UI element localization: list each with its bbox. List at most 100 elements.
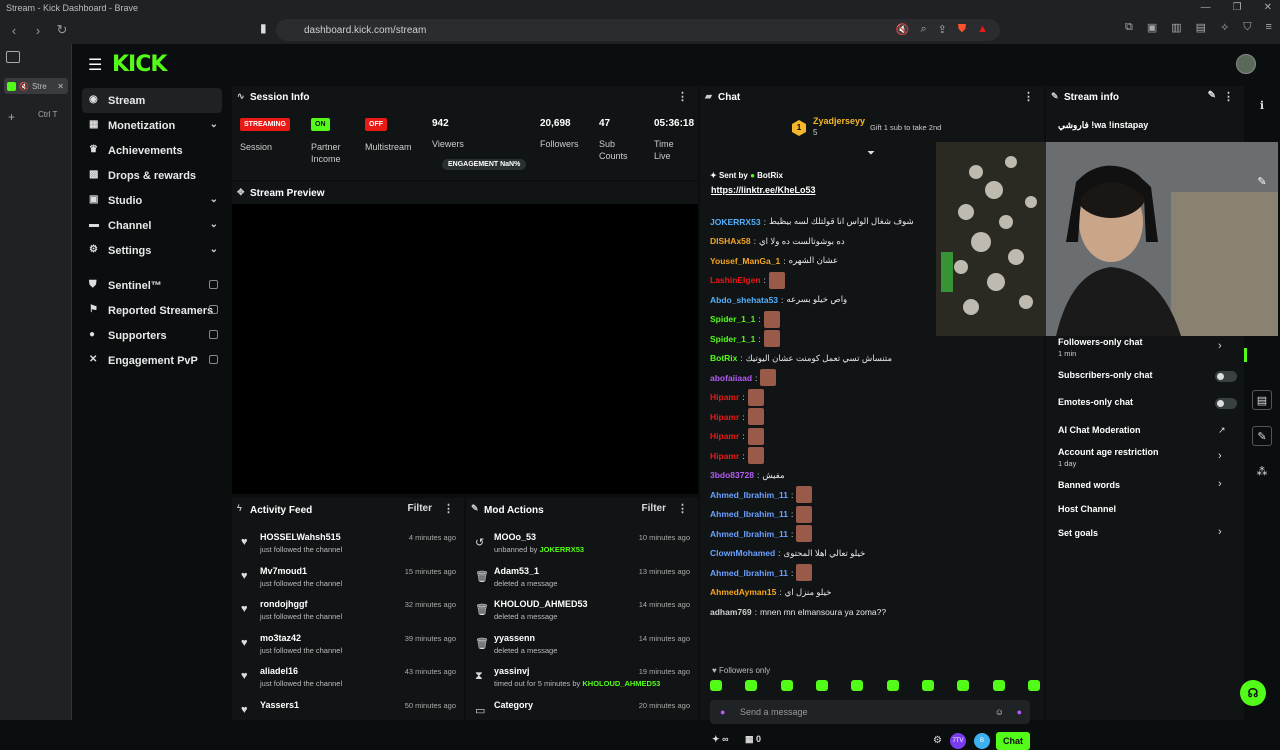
chat-username[interactable]: DISHAx58 (710, 236, 751, 246)
bookmark-icon[interactable]: ▮ (260, 21, 267, 35)
list-item[interactable]: ⧗ yassinvj timed out for 5 minutes by KH… (466, 660, 698, 694)
gear-icon[interactable]: ⚙ (933, 735, 942, 746)
info-icon[interactable]: ℹ (1252, 96, 1272, 116)
stream-preview-video[interactable] (232, 204, 698, 494)
chevron-right-icon[interactable]: › (1218, 450, 1222, 462)
more-icon[interactable]: ⋮ (1023, 90, 1034, 103)
setting-banned-words[interactable]: Banned words (1058, 480, 1120, 490)
chat-username[interactable]: 3bdo83728 (710, 470, 754, 480)
chat-message[interactable]: BotRix: متنساش تسي تعمل كومنت عشان اليوتي… (710, 349, 1040, 369)
menu-icon[interactable]: ≡ (1266, 21, 1272, 34)
setting-host-channel[interactable]: Host Channel (1058, 504, 1116, 514)
chat-username[interactable]: Spider_1_1 (710, 314, 755, 324)
vpn-icon[interactable]: ⛉ (1243, 21, 1251, 34)
avatar[interactable] (1236, 54, 1256, 74)
chevron-right-icon[interactable]: › (1218, 340, 1222, 352)
list-item[interactable]: ♥ Mv7moud1 just followed the channel 15 … (232, 560, 464, 594)
mute-tab-icon[interactable]: 🔇 (19, 82, 29, 91)
setting-emotes-only[interactable]: Emotes-only chat (1058, 397, 1133, 407)
minimize-icon[interactable]: — (1201, 2, 1211, 13)
kick-emote-icon[interactable]: ● (1017, 700, 1022, 724)
more-icon[interactable]: ⋮ (677, 502, 688, 515)
tools-icon[interactable]: ✎ (1252, 426, 1272, 446)
chat-username[interactable]: Hipamr (710, 392, 739, 402)
list-item[interactable]: ♥ rondojhggf just followed the channel 3… (232, 593, 464, 627)
list-item[interactable]: ▭ Category 20 minutes ago (466, 694, 698, 728)
sidebar-item-studio[interactable]: ▣ Studio ⌄ (72, 188, 224, 213)
gift-icon[interactable]: ▦ (745, 734, 754, 744)
setting-subscribers-only[interactable]: Subscribers-only chat (1058, 370, 1153, 380)
setting-account-age[interactable]: Account age restriction 1 day (1058, 447, 1159, 468)
chat-username[interactable]: Ahmed_Ibrahim_11 (710, 509, 788, 519)
chat-username[interactable]: AhmedAyman15 (710, 587, 776, 597)
sidebar-toggle-icon[interactable]: ▥ (1171, 21, 1181, 34)
sidebar-item-stream[interactable]: ◉ Stream (82, 88, 222, 113)
zoom-icon[interactable]: ⌕ (920, 23, 926, 36)
points-icon[interactable]: ✦ (712, 734, 720, 744)
emoji-icon[interactable]: ☺ (995, 700, 1004, 724)
more-icon[interactable]: ⋮ (1223, 90, 1234, 103)
chat-message[interactable]: adham769: mnen mn elmansoura ya zoma?? (710, 602, 1040, 622)
chat-message[interactable]: Hipamr: (710, 388, 1040, 408)
mute-icon[interactable]: 🔇 (896, 23, 910, 36)
chat-send-button[interactable]: Chat (996, 732, 1030, 750)
sidebar-item-supporters[interactable]: ● Supporters (72, 323, 224, 348)
subscribers-only-toggle[interactable] (1215, 371, 1237, 382)
leo-icon[interactable]: ✧ (1220, 21, 1229, 34)
chat-message[interactable]: abofaiiaad: (710, 368, 1040, 388)
stream-title[interactable]: فاروشي !wa !instapay (1058, 120, 1148, 131)
multistream[interactable]: OFF Multistream (365, 118, 412, 153)
chat-username[interactable]: Hipamr (710, 412, 739, 422)
external-link-icon[interactable]: ↗ (1218, 425, 1226, 436)
chevron-right-icon[interactable]: › (1218, 526, 1222, 538)
list-item[interactable]: ♥ aliadel16 just followed the channel 43… (232, 660, 464, 694)
brave-rewards-icon[interactable]: ▲ (977, 23, 988, 36)
emote-icon[interactable] (921, 680, 934, 691)
chat-username[interactable]: ClownMohamed (710, 548, 775, 558)
chat-username[interactable]: BotRix (710, 353, 737, 363)
sidebar-item-engagement[interactable]: ✕ Engagement PvP (72, 348, 224, 373)
chat-username[interactable]: Ahmed_Ibrahim_11 (710, 529, 788, 539)
forward-icon[interactable]: › (28, 23, 48, 38)
mod-actor[interactable]: JOKERRX53 (539, 545, 584, 554)
sidebar-item-channel[interactable]: ▬ Channel ⌄ (72, 213, 224, 238)
reload-icon[interactable]: ↻ (52, 22, 72, 38)
new-tab-icon[interactable]: + (8, 110, 15, 124)
chat-message[interactable]: AhmedAyman15: خيلو منزل اي (710, 583, 1040, 603)
sidebar-item-achievements[interactable]: ♛ Achievements (72, 138, 224, 163)
sidebar-item-settings[interactable]: ⚙ Settings ⌄ (72, 238, 224, 263)
sidebar-item-sentinel[interactable]: ⛊ Sentinel™ (72, 273, 224, 298)
screenshot-icon[interactable]: ▣ (1147, 21, 1157, 34)
sidebar-item-reported[interactable]: ⚑ Reported Streamers (72, 298, 224, 323)
chat-message[interactable]: Hipamr: (710, 427, 1040, 447)
list-item[interactable]: ♥ HOSSELWahsh515 just followed the chann… (232, 526, 464, 560)
chat-message[interactable]: Hipamr: (710, 407, 1040, 427)
edit-icon[interactable]: ✎ (1208, 90, 1216, 101)
mic-icon[interactable]: ● (720, 700, 725, 724)
chat-message[interactable]: 3bdo83728: مفيش (710, 466, 1040, 486)
chat-message[interactable]: Ahmed_Ibrahim_11: (710, 505, 1040, 525)
list-item[interactable]: 🗑 KHOLOUD_AHMED53 deleted a message 14 m… (466, 593, 698, 627)
filter-button[interactable]: Filter (408, 503, 432, 514)
list-item[interactable]: ↺ MOOo_53 unbanned by JOKERRX53 10 minut… (466, 526, 698, 560)
chat-username[interactable]: adham769 (710, 607, 752, 617)
chat-input[interactable]: ● Send a message ☺ ● (710, 700, 1030, 724)
setting-ai-moderation[interactable]: AI Chat Moderation (1058, 425, 1141, 435)
back-icon[interactable]: ‹ (4, 23, 24, 38)
chat-username[interactable]: Ahmed_Ibrahim_11 (710, 490, 788, 500)
more-icon[interactable]: ⋮ (677, 90, 688, 103)
restore-icon[interactable]: ❐ (1233, 2, 1242, 13)
hamburger-menu-icon[interactable]: ☰ (88, 55, 102, 75)
emote-icon[interactable] (886, 680, 899, 691)
chat-username[interactable]: LashinElgen (710, 275, 761, 285)
emote-icon[interactable] (745, 680, 758, 691)
emote-icon[interactable] (780, 680, 793, 691)
tab-close-icon[interactable]: ✕ (57, 82, 64, 91)
list-item[interactable]: 🗑 Adam53_1 deleted a message 13 minutes … (466, 560, 698, 594)
kick-logo[interactable]: KICK (112, 52, 167, 77)
chevron-right-icon[interactable]: › (1218, 478, 1222, 490)
chat-message[interactable]: Hipamr: (710, 446, 1040, 466)
list-item[interactable]: 🗑 yyassenn deleted a message 14 minutes … (466, 627, 698, 661)
gift-cta[interactable]: Gift 1 sub to take 2nd (870, 123, 941, 132)
chat-username[interactable]: Ahmed_Ibrahim_11 (710, 568, 788, 578)
